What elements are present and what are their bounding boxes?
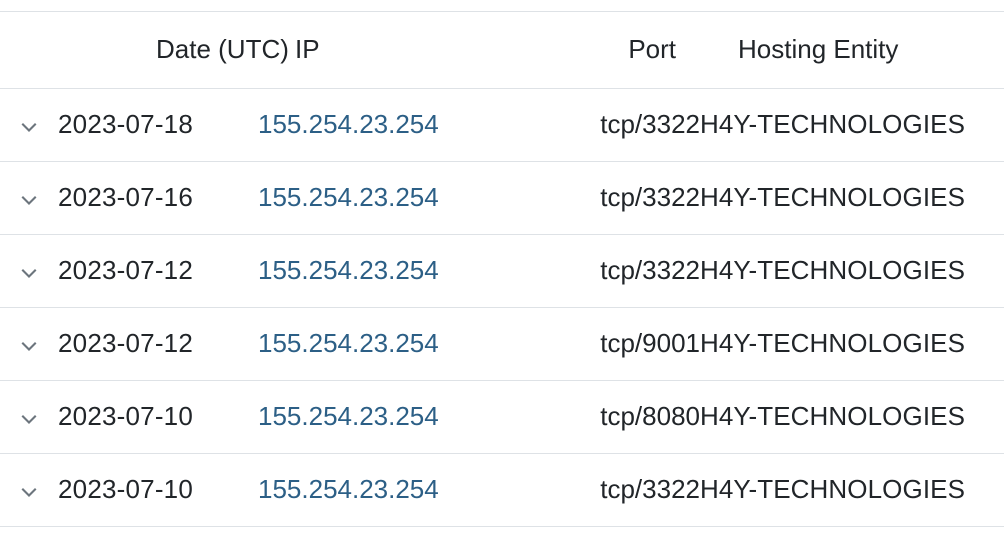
cell-hosting-entity: H4Y-TECHNOLOGIES — [700, 234, 1004, 308]
cell-ip: 155.254.23.254 — [258, 380, 520, 454]
scan-results-table: Date (UTC) IP Port Hosting Entity 2023-0… — [0, 11, 1004, 527]
cell-ip: 155.254.23.254 — [258, 161, 520, 235]
ip-link[interactable]: 155.254.23.254 — [258, 401, 439, 431]
table-row[interactable]: 2023-07-16 155.254.23.254 tcp/3322 H4Y-TECH… — [0, 161, 1004, 235]
cell-hosting-entity: H4Y-TECHNOLOGIES — [700, 88, 1004, 162]
row-expand-toggle[interactable] — [0, 88, 58, 162]
cell-date: 2023-07-16 — [58, 161, 258, 235]
ip-link[interactable]: 155.254.23.254 — [258, 328, 439, 358]
cell-date: 2023-07-10 — [58, 453, 258, 527]
column-header-hosting-entity[interactable]: Hosting Entity — [700, 11, 1004, 89]
chevron-down-icon[interactable] — [16, 333, 42, 359]
chevron-down-icon[interactable] — [16, 479, 42, 505]
cell-ip: 155.254.23.254 — [258, 453, 520, 527]
cell-port: tcp/3322 — [520, 234, 700, 308]
chevron-down-icon[interactable] — [16, 114, 42, 140]
table-row[interactable]: 2023-07-18 155.254.23.254 tcp/3322 H4Y-TECH… — [0, 88, 1004, 162]
table-header: Date (UTC) IP Port Hosting Entity — [0, 11, 1004, 89]
cell-date: 2023-07-10 — [58, 380, 258, 454]
column-header-ip[interactable]: IP — [258, 11, 520, 89]
chevron-down-icon[interactable] — [16, 260, 42, 286]
cell-port: tcp/3322 — [520, 453, 700, 527]
ip-link[interactable]: 155.254.23.254 — [258, 255, 439, 285]
row-expand-toggle[interactable] — [0, 380, 58, 454]
table-row[interactable]: 2023-07-12 155.254.23.254 tcp/9001 H4Y-TECH… — [0, 307, 1004, 381]
cell-ip: 155.254.23.254 — [258, 234, 520, 308]
table-row[interactable]: 2023-07-10 155.254.23.254 tcp/3322 H4Y-TECH… — [0, 453, 1004, 527]
cell-hosting-entity: H4Y-TECHNOLOGIES — [700, 307, 1004, 381]
cell-date: 2023-07-12 — [58, 234, 258, 308]
ip-link[interactable]: 155.254.23.254 — [258, 109, 439, 139]
cell-date: 2023-07-12 — [58, 307, 258, 381]
cell-port: tcp/3322 — [520, 161, 700, 235]
cell-hosting-entity: H4Y-TECHNOLOGIES — [700, 453, 1004, 527]
row-expand-toggle[interactable] — [0, 234, 58, 308]
cell-hosting-entity: H4Y-TECHNOLOGIES — [700, 161, 1004, 235]
table-row[interactable]: 2023-07-10 155.254.23.254 tcp/8080 H4Y-TECH… — [0, 380, 1004, 454]
scan-results-panel: Date (UTC) IP Port Hosting Entity 2023-0… — [0, 0, 1004, 540]
cell-port: tcp/9001 — [520, 307, 700, 381]
ip-link[interactable]: 155.254.23.254 — [258, 182, 439, 212]
table-header-row: Date (UTC) IP Port Hosting Entity — [0, 11, 1004, 89]
cell-hosting-entity: H4Y-TECHNOLOGIES — [700, 380, 1004, 454]
row-expand-toggle[interactable] — [0, 307, 58, 381]
row-expand-toggle[interactable] — [0, 453, 58, 527]
chevron-down-icon[interactable] — [16, 187, 42, 213]
cell-port: tcp/8080 — [520, 380, 700, 454]
column-header-toggle — [0, 11, 58, 89]
cell-port: tcp/3322 — [520, 88, 700, 162]
ip-link[interactable]: 155.254.23.254 — [258, 474, 439, 504]
cell-ip: 155.254.23.254 — [258, 307, 520, 381]
cell-ip: 155.254.23.254 — [258, 88, 520, 162]
column-header-date[interactable]: Date (UTC) — [58, 11, 289, 89]
chevron-down-icon[interactable] — [16, 406, 42, 432]
cell-date: 2023-07-18 — [58, 88, 258, 162]
table-body: 2023-07-18 155.254.23.254 tcp/3322 H4Y-TECH… — [0, 88, 1004, 527]
table-row[interactable]: 2023-07-12 155.254.23.254 tcp/3322 H4Y-TECH… — [0, 234, 1004, 308]
row-expand-toggle[interactable] — [0, 161, 58, 235]
column-header-port[interactable]: Port — [520, 11, 700, 89]
